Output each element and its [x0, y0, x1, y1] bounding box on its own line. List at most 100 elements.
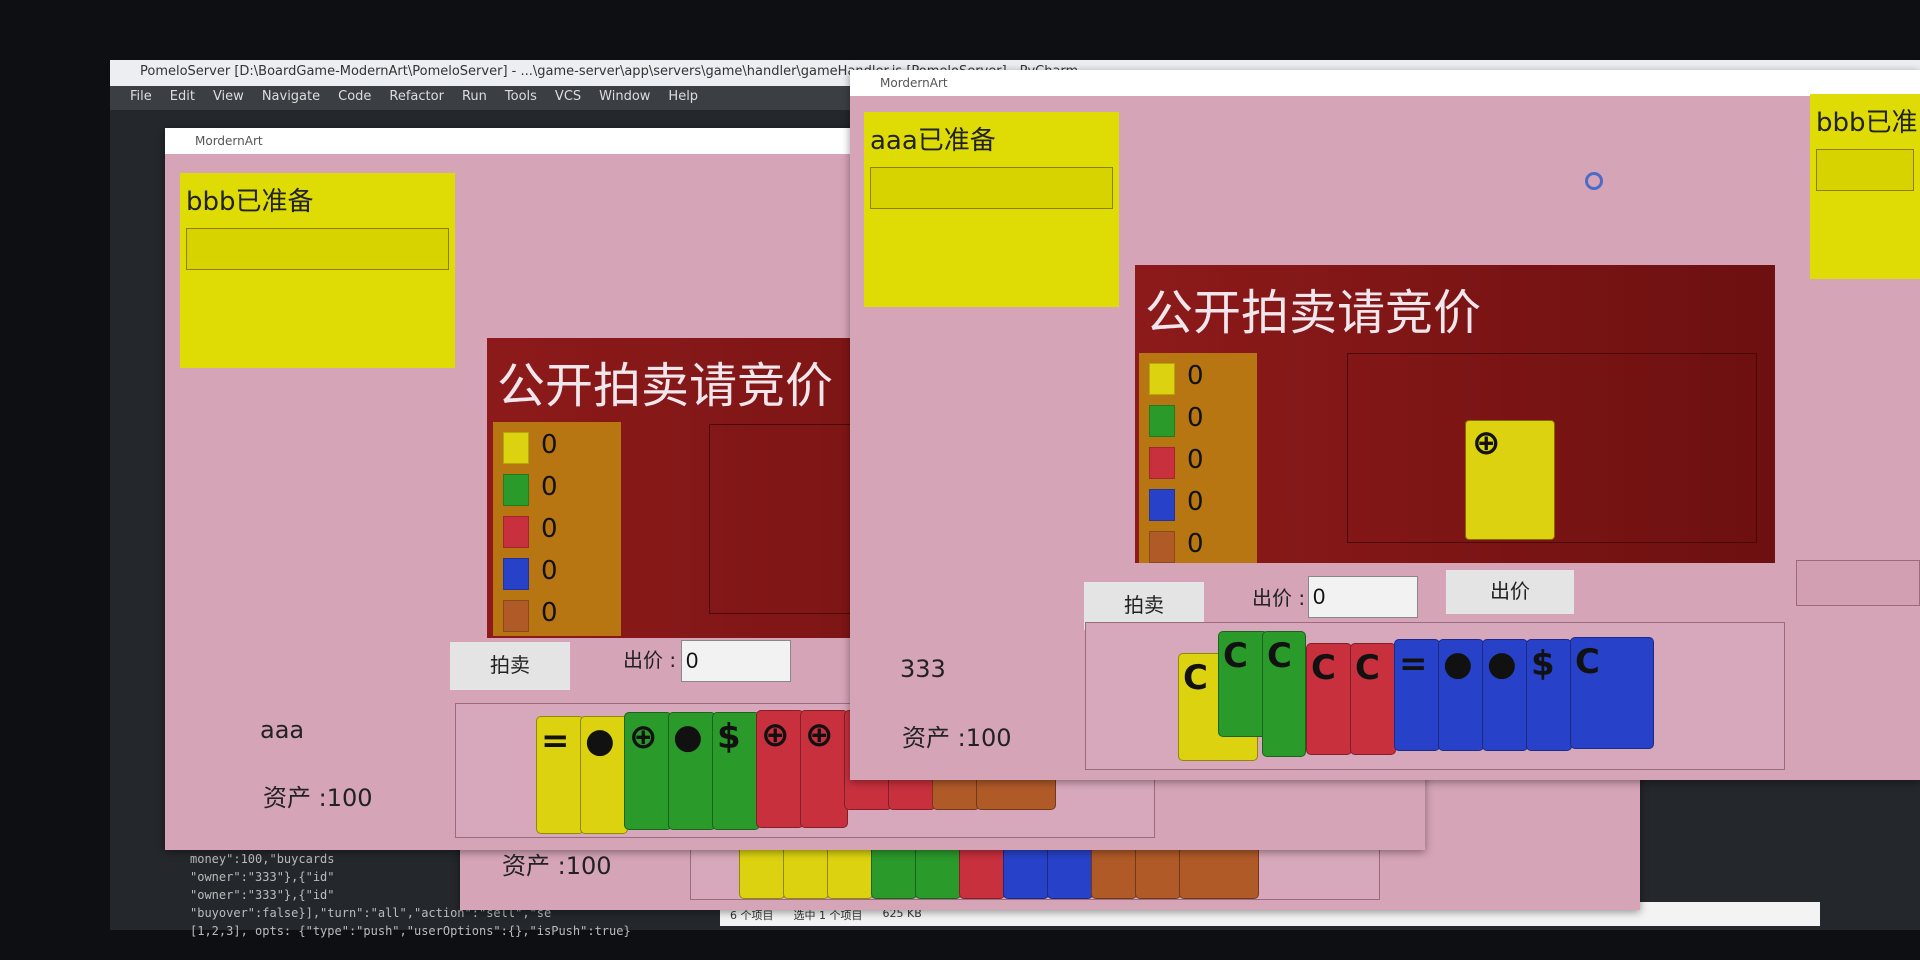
ready-status-field: [186, 228, 449, 270]
menu-refactor[interactable]: Refactor: [389, 89, 444, 107]
other-ready-status-field: [1816, 149, 1914, 191]
hand-card[interactable]: =: [1394, 639, 1440, 751]
ready-status-label: aaa已准备: [870, 126, 996, 156]
green-count: 0: [541, 472, 558, 502]
hand-card[interactable]: C: [1570, 637, 1654, 749]
menu-run[interactable]: Run: [462, 89, 487, 107]
hand-card-symbol: $: [717, 717, 741, 757]
hand-card-symbol: C: [1183, 658, 1208, 698]
hand-card[interactable]: =: [536, 716, 584, 834]
red-count: 0: [541, 514, 558, 544]
hand-card-symbol: =: [541, 721, 570, 761]
hand-card[interactable]: C: [1306, 643, 1352, 755]
brown-count: 0: [1187, 529, 1204, 559]
color-count-legend: 0 0 0 0 0: [1139, 353, 1257, 563]
green-square-icon: [503, 474, 529, 506]
bid-button[interactable]: 出价: [1446, 570, 1574, 614]
legend-row-green: 0: [1149, 401, 1239, 437]
hand-card-symbol: ⊕: [629, 717, 658, 757]
bid-input[interactable]: [681, 640, 791, 682]
auction-panel: 公开拍卖请竞价 0 0 0 0 0 ⊕: [1135, 265, 1775, 563]
menu-window[interactable]: Window: [599, 89, 650, 107]
side-panel-field: [1796, 560, 1920, 606]
hand-card[interactable]: C: [1218, 631, 1268, 737]
menu-edit[interactable]: Edit: [170, 89, 195, 107]
hand-card-symbol: $: [1531, 644, 1555, 684]
auction-card[interactable]: ⊕: [1465, 420, 1555, 540]
blue-square-icon: [1149, 489, 1175, 521]
hand-card[interactable]: C: [1262, 631, 1306, 757]
hand-card[interactable]: ●: [1438, 639, 1484, 751]
player-name: 333: [900, 655, 946, 683]
hand-card[interactable]: ●: [580, 716, 628, 834]
hand-card-symbol: ●: [1487, 644, 1517, 684]
player-name: aaa: [260, 716, 305, 744]
brown-square-icon: [503, 600, 529, 632]
menu-file[interactable]: File: [130, 89, 152, 107]
hand-card[interactable]: $: [1526, 639, 1572, 751]
hand-card-symbol: =: [1399, 644, 1428, 684]
hand-card[interactable]: $: [712, 712, 760, 830]
yellow-square-icon: [503, 432, 529, 464]
legend-row-blue: 0: [1149, 485, 1239, 521]
green-count: 0: [1187, 403, 1204, 433]
window-title-bar: MordernArt: [850, 70, 1920, 96]
yellow-square-icon: [1149, 363, 1175, 395]
game-window-right: MordernArt aaa已准备 bbb已准 公开拍卖请竞价 0 0 0 0 …: [850, 70, 1920, 780]
blue-square-icon: [503, 558, 529, 590]
legend-row-blue: 0: [503, 554, 593, 590]
auction-title: 公开拍卖请竞价: [497, 358, 834, 414]
other-ready-status-label: bbb已准: [1816, 108, 1918, 138]
asset-label: 资产 :100: [502, 852, 612, 880]
sell-button[interactable]: 拍卖: [450, 642, 570, 690]
menu-view[interactable]: View: [213, 89, 244, 107]
other-ready-status-panel: bbb已准: [1810, 94, 1920, 279]
circle-cross-icon: ⊕: [1472, 423, 1501, 463]
legend-row-yellow: 0: [503, 428, 593, 464]
hand-card-symbol: C: [1267, 636, 1292, 676]
hand-card[interactable]: ●: [1482, 639, 1528, 751]
ready-status-label: bbb已准备: [186, 187, 314, 217]
red-square-icon: [1149, 447, 1175, 479]
legend-row-brown: 0: [1149, 527, 1239, 563]
hand-card-symbol: ●: [1443, 644, 1473, 684]
bid-input[interactable]: [1308, 576, 1418, 618]
menu-tools[interactable]: Tools: [505, 89, 537, 107]
yellow-count: 0: [1187, 361, 1204, 391]
hand-card[interactable]: ⊕: [624, 712, 672, 830]
red-count: 0: [1187, 445, 1204, 475]
yellow-count: 0: [541, 430, 558, 460]
asset-label: 资产 :100: [263, 784, 373, 812]
hand-area: C C C C C = ● ● $ C: [1085, 622, 1785, 770]
hand-card[interactable]: ●: [668, 712, 716, 830]
brown-count: 0: [541, 598, 558, 628]
mouse-cursor-icon: [1585, 172, 1603, 190]
menu-help[interactable]: Help: [668, 89, 698, 107]
ready-status-panel: aaa已准备: [864, 112, 1119, 307]
color-count-legend: 0 0 0 0 0: [493, 422, 621, 636]
code-line: [1,2,3], opts: {"type":"push","userOptio…: [190, 924, 631, 938]
hand-card[interactable]: ⊕: [800, 710, 848, 828]
hand-card-symbol: C: [1575, 642, 1600, 682]
menu-code[interactable]: Code: [338, 89, 371, 107]
hand-card-symbol: ●: [673, 717, 703, 757]
auction-title: 公开拍卖请竞价: [1145, 285, 1482, 341]
ready-status-panel: bbb已准备: [180, 173, 455, 368]
red-square-icon: [503, 516, 529, 548]
blue-count: 0: [1187, 487, 1204, 517]
hand-card[interactable]: ⊕: [756, 710, 804, 828]
hand-card-symbol: ●: [585, 721, 615, 761]
legend-row-yellow: 0: [1149, 359, 1239, 395]
screen: PomeloServer [D:\BoardGame-ModernArt\Pom…: [0, 0, 1920, 960]
menu-navigate[interactable]: Navigate: [262, 89, 320, 107]
legend-row-red: 0: [503, 512, 593, 548]
hand-card-symbol: C: [1223, 636, 1248, 676]
bid-label: 出价 :: [1252, 586, 1306, 610]
hand-card-symbol: C: [1355, 648, 1380, 688]
brown-square-icon: [1149, 531, 1175, 563]
ready-status-field: [870, 167, 1113, 209]
hand-card[interactable]: C: [1350, 643, 1396, 755]
bid-label: 出价 :: [623, 648, 677, 672]
menu-vcs[interactable]: VCS: [555, 89, 581, 107]
green-square-icon: [1149, 405, 1175, 437]
